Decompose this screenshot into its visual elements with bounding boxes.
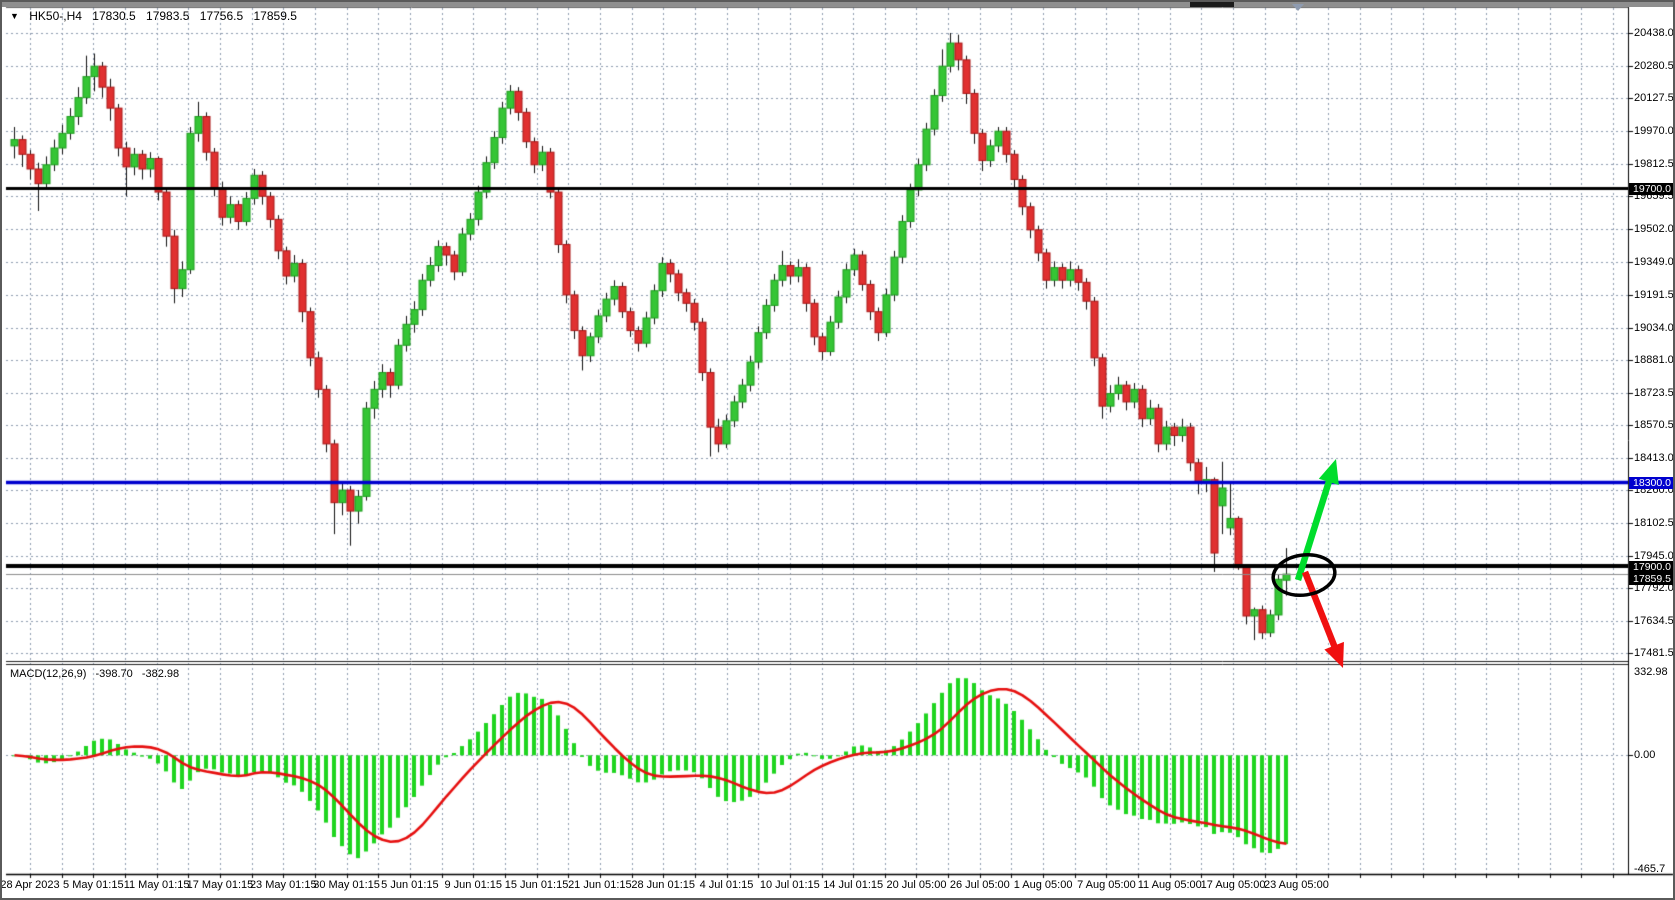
chart-shift-marker-icon[interactable] — [1292, 4, 1304, 11]
open-value: 17830.5 — [92, 9, 135, 23]
price-axis-label: 18102.5 — [1634, 517, 1674, 529]
price-tag-19700: 19700.0 — [1629, 183, 1675, 195]
symbol-dropdown-icon[interactable]: ▼ — [10, 11, 19, 21]
macd-signal-value: -382.98 — [142, 668, 179, 680]
price-axis-label: 18723.5 — [1634, 387, 1674, 399]
price-axis-label: 17634.5 — [1634, 615, 1674, 627]
close-value: 17859.5 — [254, 9, 297, 23]
price-axis-label: 19034.0 — [1634, 322, 1674, 334]
price-axis-label: 17481.5 — [1634, 647, 1674, 659]
price-axis-label: 18881.0 — [1634, 354, 1674, 366]
price-axis-label: 19502.0 — [1634, 223, 1674, 235]
macd-axis-max: 332.98 — [1634, 666, 1668, 678]
price-axis-label: 20127.5 — [1634, 92, 1674, 104]
macd-axis-zero: 0.00 — [1634, 749, 1655, 761]
price-tag-18300: 18300.0 — [1629, 477, 1675, 489]
mt4-chart-window: ▼ HK50-,H4 17830.5 17983.5 17756.5 17859… — [0, 0, 1675, 900]
price-axis-label: 19970.0 — [1634, 125, 1674, 137]
macd-name: MACD(12,26,9) — [10, 668, 86, 680]
price-axis-label: 19191.5 — [1634, 289, 1674, 301]
low-value: 17756.5 — [200, 9, 243, 23]
price-tag-17859.5: 17859.5 — [1629, 573, 1675, 585]
high-value: 17983.5 — [146, 9, 189, 23]
chart-canvas[interactable] — [2, 2, 1675, 900]
price-axis-label: 18570.5 — [1634, 419, 1674, 431]
price-axis-label: 19349.0 — [1634, 256, 1674, 268]
ohlc-info-bar: ▼ HK50-,H4 17830.5 17983.5 17756.5 17859… — [10, 9, 304, 23]
macd-axis-min: -465.7 — [1634, 863, 1665, 875]
price-axis-label: 20438.0 — [1634, 27, 1674, 39]
symbol-period-label: HK50-,H4 — [29, 9, 82, 23]
price-tag-17900: 17900.0 — [1629, 561, 1675, 573]
price-axis-label: 18413.0 — [1634, 452, 1674, 464]
time-axis-label: 23 Aug 05:00 — [1251, 879, 1341, 891]
scrollbar-thumb[interactable] — [1190, 2, 1234, 7]
macd-indicator-label: MACD(12,26,9) -398.70 -382.98 — [10, 668, 185, 680]
horizontal-scrollbar[interactable] — [2, 2, 1673, 7]
price-axis-label: 20280.5 — [1634, 60, 1674, 72]
price-axis-label: 19812.5 — [1634, 158, 1674, 170]
macd-value: -398.70 — [95, 668, 132, 680]
